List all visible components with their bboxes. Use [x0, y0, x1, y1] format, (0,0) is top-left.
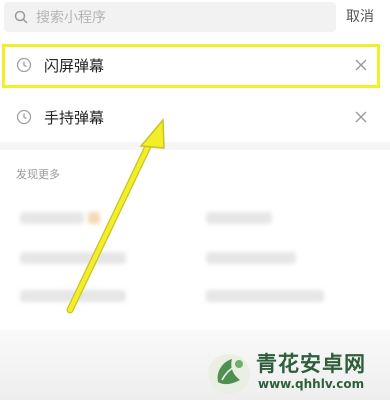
search-input[interactable]: 搜索小程序: [4, 2, 336, 32]
discover-item-placeholder: [206, 212, 272, 224]
section-divider: [0, 142, 390, 150]
clock-icon: [16, 57, 32, 73]
discover-title: 发现更多: [16, 168, 60, 181]
search-row: 搜索小程序 取消: [0, 0, 390, 36]
search-icon: [14, 10, 28, 24]
discover-item-placeholder: [88, 212, 100, 224]
history-item-label: 手持弹幕: [44, 109, 105, 127]
watermark-url: www.qhhlv.com: [258, 377, 365, 391]
history-item[interactable]: 闪屏弹幕: [0, 44, 390, 88]
discover-item-placeholder: [20, 212, 84, 224]
watermark-title: 青花安卓网: [256, 352, 366, 376]
close-icon[interactable]: [355, 111, 367, 123]
discover-item-placeholder: [20, 252, 126, 264]
watermark-logo-icon: [208, 354, 250, 394]
discover-item-placeholder: [206, 252, 296, 264]
discover-item-placeholder: [20, 290, 126, 302]
cancel-button[interactable]: 取消: [346, 6, 374, 28]
search-placeholder: 搜索小程序: [36, 10, 106, 26]
clock-icon: [16, 109, 32, 125]
history-item-label: 闪屏弹幕: [44, 57, 105, 75]
close-icon[interactable]: [355, 59, 367, 71]
history-item[interactable]: 手持弹幕: [0, 96, 390, 140]
discover-item-placeholder: [206, 290, 324, 302]
